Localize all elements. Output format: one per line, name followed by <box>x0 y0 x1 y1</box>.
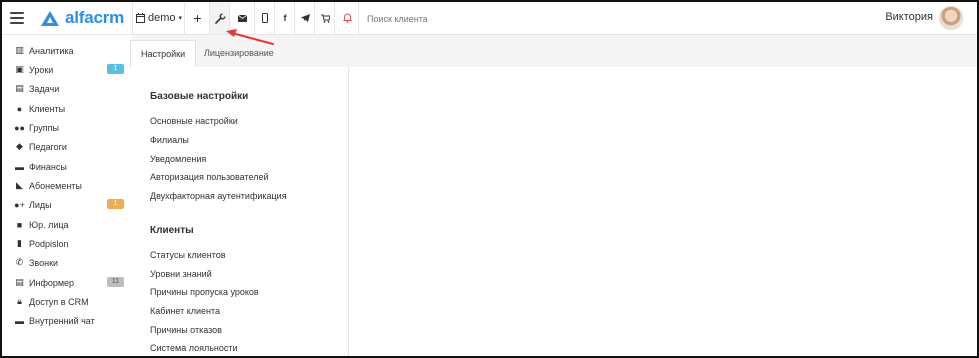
mail-button[interactable] <box>229 2 255 34</box>
sidebar-item-label: Группы <box>29 122 59 133</box>
plus-icon: + <box>193 10 202 26</box>
sidebar-item-label: Педагоги <box>29 141 67 152</box>
sidebar-item-label: Клиенты <box>29 103 66 114</box>
link-two-factor-auth[interactable]: Двухфакторная аутентификация <box>150 191 287 201</box>
settings-menu: Базовые настройки Основные настройки Фил… <box>132 67 349 356</box>
cart-button[interactable] <box>314 2 335 34</box>
sidebar-item-teachers[interactable]: ◆ Педагоги <box>14 137 126 156</box>
sidebar-item-leads[interactable]: ●+ Лиды 1 <box>14 195 126 214</box>
facebook-icon: f <box>283 13 287 23</box>
sidebar-item-analytics[interactable]: ▥ Аналитика <box>14 41 126 60</box>
calendar-icon: ▣ <box>15 64 24 74</box>
sidebar-item-label: Podpislon <box>29 238 69 249</box>
sidebar-item-podpislon[interactable]: ▮ Podpislon <box>14 234 126 253</box>
cart-icon <box>320 14 330 23</box>
link-client-cabinet[interactable]: Кабинет клиента <box>150 306 220 316</box>
sidebar-item-label: Информер <box>29 277 75 288</box>
tasks-icon: ▤ <box>15 83 24 93</box>
sidebar-item-lessons[interactable]: ▣ Уроки 1 <box>14 60 126 79</box>
graduation-cap-icon: ◆ <box>16 141 23 151</box>
tab-settings[interactable]: Настройки <box>130 40 197 68</box>
avatar[interactable] <box>939 6 963 30</box>
lock-icon: 🔒︎ <box>17 296 22 306</box>
link-client-statuses[interactable]: Статусы клиентов <box>150 250 226 260</box>
link-branches[interactable]: Филиалы <box>150 135 189 145</box>
main-content: Настройки Лицензирование Базовые настрой… <box>130 35 977 356</box>
user-plus-icon: ●+ <box>14 199 25 210</box>
informer-count-badge: 11 <box>107 277 124 287</box>
leads-count-badge: 1 <box>107 199 124 209</box>
tab-licensing[interactable]: Лицензирование <box>194 40 284 67</box>
sidebar-item-legal-entities[interactable]: ■ Юр. лица <box>14 215 126 234</box>
sidebar-item-label: Финансы <box>29 161 67 172</box>
link-loyalty-system[interactable]: Система лояльности <box>150 343 238 353</box>
chat-icon: ▬ <box>15 315 24 326</box>
menu-icon[interactable] <box>10 10 24 26</box>
calendar-icon <box>135 13 145 23</box>
wrench-icon <box>214 13 225 24</box>
sidebar-item-subscriptions[interactable]: ◣ Абонементы <box>14 176 126 195</box>
tab-bar: Настройки Лицензирование <box>130 35 977 68</box>
sidebar-item-label: Аналитика <box>29 45 74 56</box>
sidebar-item-label: Уроки <box>29 64 54 75</box>
user-icon: ● <box>16 103 23 114</box>
phone-icon: ✆ <box>15 257 24 267</box>
book-icon: ▥ <box>15 45 24 55</box>
sidebar-item-internal-chat[interactable]: ▬ Внутренний чат <box>14 311 126 330</box>
notifications-button[interactable] <box>334 2 359 34</box>
list-icon: ▤ <box>15 277 24 287</box>
bell-icon <box>342 13 352 23</box>
search-input[interactable] <box>358 2 629 36</box>
briefcase-icon: ■ <box>16 219 23 230</box>
sidebar-item-groups[interactable]: ●● Группы <box>14 118 126 137</box>
content-area <box>349 67 977 356</box>
sidebar-item-label: Задачи <box>29 83 60 94</box>
add-button[interactable]: + <box>184 2 210 34</box>
branch-label: demo <box>147 12 176 24</box>
settings-button[interactable] <box>209 2 230 34</box>
link-refusal-reasons[interactable]: Причины отказов <box>150 325 222 335</box>
tag-icon: ◣ <box>16 180 23 190</box>
sidebar-item-label: Юр. лица <box>29 219 69 230</box>
logo-text: alfacrm <box>65 8 125 27</box>
logo[interactable]: alfacrm <box>41 8 124 28</box>
branch-selector[interactable]: demo ▾ <box>132 2 185 34</box>
sidebar-item-clients[interactable]: ● Клиенты <box>14 99 126 118</box>
facebook-button[interactable]: f <box>274 2 295 34</box>
sidebar-item-informer[interactable]: ▤ Информер 11 <box>14 273 126 292</box>
user-name[interactable]: Виктория <box>885 2 933 34</box>
link-knowledge-levels[interactable]: Уровни знаний <box>150 269 212 279</box>
telegram-icon <box>300 14 310 22</box>
section-title: Базовые настройки <box>150 91 249 102</box>
sidebar-item-finance[interactable]: ▬ Финансы <box>14 157 126 176</box>
money-icon: ▬ <box>15 161 24 172</box>
app-window: alfacrm demo ▾ + f Поиск клиента Виктори… <box>0 0 979 358</box>
caret-down-icon: ▾ <box>178 14 183 22</box>
sidebar-item-label: Звонки <box>29 257 59 268</box>
document-icon: ▮ <box>17 238 22 248</box>
sidebar: ▥ Аналитика ▣ Уроки 1 ▤ Задачи ● Клиенты… <box>2 35 132 356</box>
link-main-settings[interactable]: Основные настройки <box>150 116 238 126</box>
sidebar-item-label: Внутренний чат <box>29 315 95 326</box>
sidebar-item-label: Абонементы <box>29 180 82 191</box>
phone-icon <box>262 13 268 23</box>
lessons-count-badge: 1 <box>107 64 124 74</box>
sidebar-item-tasks[interactable]: ▤ Задачи <box>14 79 126 98</box>
sidebar-item-label: Доступ в CRM <box>29 296 89 307</box>
logo-icon <box>41 10 59 26</box>
link-user-authorization[interactable]: Авторизация пользователей <box>150 172 269 182</box>
telegram-button[interactable] <box>294 2 315 34</box>
top-bar: alfacrm demo ▾ + f Поиск клиента Виктори… <box>2 2 977 36</box>
users-icon: ●● <box>14 122 25 133</box>
section-title: Клиенты <box>150 225 194 236</box>
mail-icon <box>238 14 247 22</box>
phone-button[interactable] <box>254 2 275 34</box>
link-absence-reasons[interactable]: Причины пропуска уроков <box>150 287 259 297</box>
sidebar-item-crm-access[interactable]: 🔒︎ Доступ в CRM <box>14 292 126 311</box>
sidebar-item-label: Лиды <box>29 199 52 210</box>
sidebar-item-calls[interactable]: ✆ Звонки <box>14 253 126 272</box>
link-notifications[interactable]: Уведомления <box>150 154 206 164</box>
